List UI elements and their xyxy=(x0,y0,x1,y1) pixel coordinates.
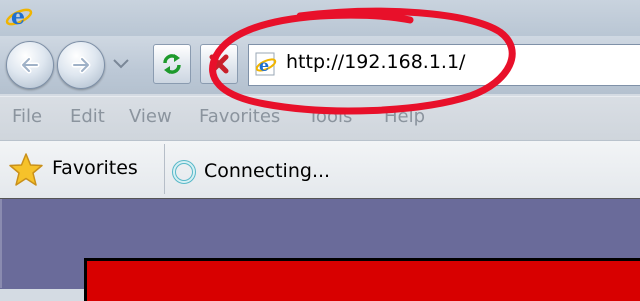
menu-edit[interactable]: Edit xyxy=(70,106,105,127)
back-arrow-icon xyxy=(20,56,40,74)
loading-spinner-icon xyxy=(172,160,196,184)
ie-logo-icon: e xyxy=(5,4,33,30)
menu-file[interactable]: File xyxy=(12,106,42,127)
toolbar-separator xyxy=(164,144,165,194)
favorites-button[interactable]: Favorites xyxy=(52,157,138,179)
stop-button[interactable] xyxy=(200,44,238,84)
refresh-icon xyxy=(163,54,181,74)
menu-view[interactable]: View xyxy=(129,106,172,127)
forward-arrow-icon xyxy=(71,56,91,74)
svg-text:e: e xyxy=(259,56,269,75)
forward-button[interactable] xyxy=(57,41,105,89)
back-button[interactable] xyxy=(6,41,54,89)
address-url-text[interactable]: http://192.168.1.1/ xyxy=(286,51,465,73)
svg-text:e: e xyxy=(11,4,25,30)
page-ie-icon: e xyxy=(255,52,277,76)
refresh-button[interactable] xyxy=(153,44,191,84)
stop-icon xyxy=(209,54,229,74)
chevron-down-icon[interactable] xyxy=(112,58,130,70)
menu-help[interactable]: Help xyxy=(384,106,425,127)
title-bar xyxy=(0,0,640,36)
menu-tools[interactable]: Tools xyxy=(308,106,352,127)
content-edge xyxy=(0,199,2,288)
menu-favorites[interactable]: Favorites xyxy=(199,106,280,127)
tab-title[interactable]: Connecting... xyxy=(204,160,330,182)
page-red-panel xyxy=(84,258,640,301)
star-icon[interactable] xyxy=(8,152,44,188)
